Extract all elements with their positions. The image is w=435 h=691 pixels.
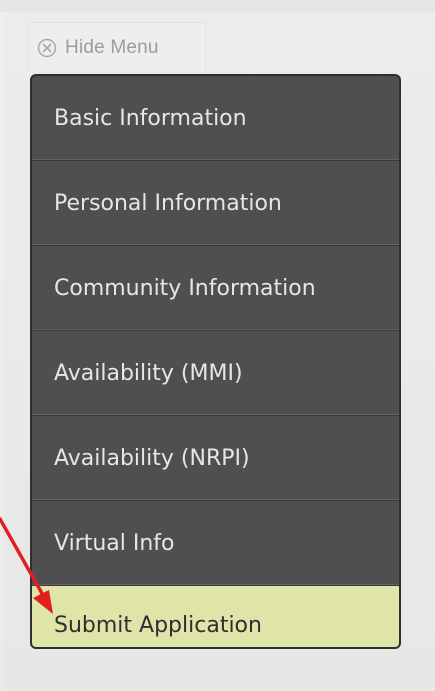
page-top-strip xyxy=(0,0,435,12)
close-circle-icon xyxy=(37,38,57,58)
menu-item-personal-information[interactable]: Personal Information xyxy=(32,161,399,246)
menu-item-submit-application[interactable]: Submit Application xyxy=(32,586,399,647)
menu-item-label: Availability (MMI) xyxy=(54,360,243,386)
menu-item-availability-mmi[interactable]: Availability (MMI) xyxy=(32,331,399,416)
menu-item-community-information[interactable]: Community Information xyxy=(32,246,399,331)
side-menu: Basic Information Personal Information C… xyxy=(30,74,401,649)
menu-item-label: Submit Application xyxy=(54,613,262,638)
menu-item-basic-information[interactable]: Basic Information xyxy=(32,76,399,161)
hide-menu-label: Hide Menu xyxy=(65,36,159,58)
menu-item-label: Personal Information xyxy=(54,190,282,216)
menu-item-label: Availability (NRPI) xyxy=(54,445,250,471)
menu-item-virtual-info[interactable]: Virtual Info xyxy=(32,501,399,586)
menu-item-availability-nrpi[interactable]: Availability (NRPI) xyxy=(32,416,399,501)
menu-item-label: Virtual Info xyxy=(54,530,175,556)
hide-menu-button[interactable]: Hide Menu xyxy=(28,22,206,72)
menu-item-label: Basic Information xyxy=(54,105,247,131)
menu-item-label: Community Information xyxy=(54,275,316,301)
